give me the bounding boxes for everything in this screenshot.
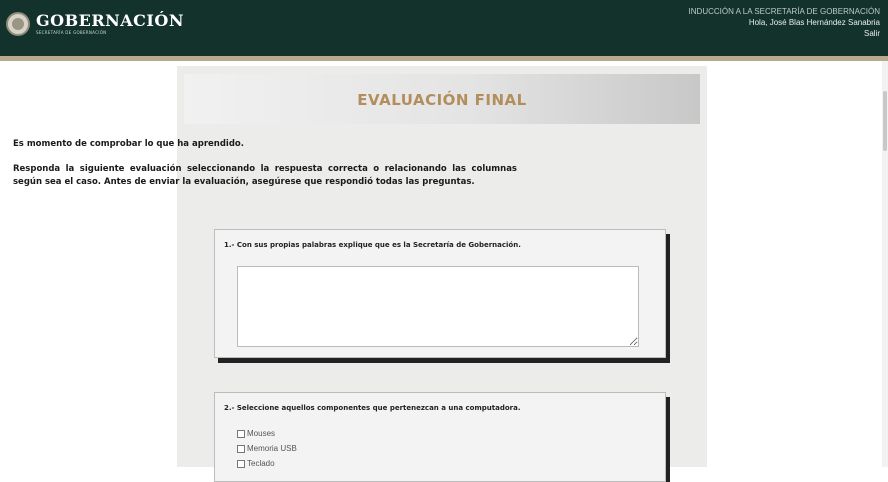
- user-greeting: Hola, José Blas Hernández Sanabria: [748, 18, 880, 27]
- checkbox-icon[interactable]: [237, 444, 245, 453]
- question-1-answer-input[interactable]: [237, 266, 639, 347]
- question-card-2: 2.- Seleccione aquellos componentes que …: [214, 392, 666, 482]
- title-banner: EVALUACIÓN FINAL: [184, 74, 700, 124]
- logout-link[interactable]: Salir: [689, 28, 880, 39]
- question-1-text: 1.- Con sus propias palabras explique qu…: [224, 241, 521, 249]
- checkbox-icon[interactable]: [237, 429, 245, 438]
- option-label: Memoria USB: [247, 444, 297, 453]
- question-2-text: 2.- Seleccione aquellos componentes que …: [224, 404, 521, 412]
- mexico-seal-icon: [6, 12, 30, 36]
- page-scrollbar[interactable]: [882, 61, 888, 467]
- header-divider: [0, 56, 888, 61]
- checkbox-icon[interactable]: [237, 459, 245, 468]
- top-header: GOBERNACIÓN SECRETARÍA DE GOBERNACIÓN IN…: [0, 0, 888, 56]
- user-info: INDUCCIÓN A LA SECRETARÍA DE GOBERNACIÓN…: [689, 6, 880, 39]
- option-mouses[interactable]: Mouses: [237, 429, 275, 438]
- course-title: INDUCCIÓN A LA SECRETARÍA DE GOBERNACIÓN: [688, 7, 880, 16]
- scrollbar-thumb[interactable]: [883, 91, 887, 151]
- brand: GOBERNACIÓN SECRETARÍA DE GOBERNACIÓN: [36, 12, 184, 36]
- intro-line-2: Responda la siguiente evaluación selecci…: [13, 164, 517, 187]
- brand-name: GOBERNACIÓN: [36, 11, 184, 30]
- intro-line-1: Es momento de comprobar lo que ha aprend…: [13, 139, 244, 149]
- brand-subtitle: SECRETARÍA DE GOBERNACIÓN: [36, 30, 107, 35]
- option-label: Mouses: [247, 429, 276, 438]
- page-title: EVALUACIÓN FINAL: [357, 91, 527, 109]
- question-card-1: 1.- Con sus propias palabras explique qu…: [214, 229, 666, 358]
- instructions: Es momento de comprobar lo que ha aprend…: [13, 138, 517, 189]
- gobernacion-logo[interactable]: GOBERNACIÓN SECRETARÍA DE GOBERNACIÓN: [6, 12, 184, 36]
- option-memoria-usb[interactable]: Memoria USB: [237, 444, 297, 453]
